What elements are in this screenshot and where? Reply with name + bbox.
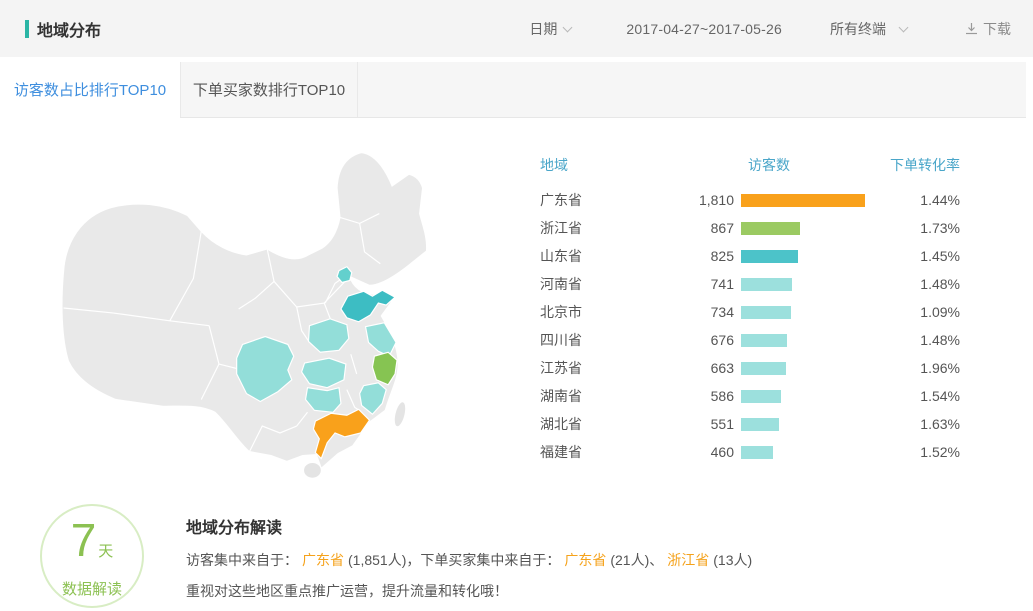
conversion-rate: 1.96% xyxy=(871,360,960,376)
visitor-count: 825 xyxy=(670,248,741,264)
regional-distribution-panel: 地域分布 日期 2017-04-27~2017-05-26 所有终端 下载 访客… xyxy=(0,0,1033,611)
conversion-rate: 1.63% xyxy=(871,416,960,432)
visitor-bar xyxy=(741,278,871,291)
visitor-count: 586 xyxy=(670,388,741,404)
region-name: 河南省 xyxy=(540,274,670,294)
tab-content: 地域 访客数 下单转化率 广东省1,810 1.44% 浙江省867 1.73% 山东省… xyxy=(0,118,1033,490)
panel-header: 地域分布 日期 2017-04-27~2017-05-26 所有终端 下载 xyxy=(0,0,1033,57)
badge-number: 7 xyxy=(71,514,97,566)
map-region-taiwan[interactable] xyxy=(392,401,408,428)
page-title: 地域分布 xyxy=(37,17,101,41)
tab-bar: 访客数占比排行TOP10 下单买家数排行TOP10 xyxy=(0,62,1026,118)
chevron-down-icon xyxy=(899,23,909,33)
table-header-row: 地域 访客数 下单转化率 xyxy=(540,150,960,180)
visitor-count: 1,810 xyxy=(670,192,741,208)
insight-text: (13人) xyxy=(713,552,752,568)
visitor-count: 741 xyxy=(670,276,741,292)
terminal-filter-dropdown[interactable]: 所有终端 xyxy=(830,19,907,39)
column-header-visitors: 访客数 xyxy=(670,155,790,175)
badge-unit: 天 xyxy=(98,543,113,560)
visitor-bar xyxy=(741,446,871,459)
visitor-bar xyxy=(741,390,871,403)
table-row[interactable]: 四川省676 1.48% xyxy=(540,326,960,354)
table-row[interactable]: 湖北省551 1.63% xyxy=(540,410,960,438)
column-header-region: 地域 xyxy=(540,155,670,175)
table-row[interactable]: 河南省741 1.48% xyxy=(540,270,960,298)
visitor-bar xyxy=(741,306,871,319)
conversion-rate: 1.48% xyxy=(871,276,960,292)
region-name: 湖南省 xyxy=(540,386,670,406)
visitor-count: 867 xyxy=(670,220,741,236)
china-map xyxy=(50,126,505,490)
tab-bar-filler xyxy=(358,62,1026,117)
table-row[interactable]: 广东省1,810 1.44% xyxy=(540,186,960,214)
tab-buyers-top10[interactable]: 下单买家数排行TOP10 xyxy=(180,62,358,117)
region-name: 北京市 xyxy=(540,302,670,322)
insight-section: 7天 数据解读 地域分布解读 访客集中来自于：广东省(1,851人)，下单买家集… xyxy=(0,504,1033,611)
date-dropdown[interactable]: 日期 xyxy=(529,19,571,39)
conversion-rate: 1.54% xyxy=(871,388,960,404)
date-dropdown-label: 日期 xyxy=(529,19,557,39)
visitor-count: 676 xyxy=(670,332,741,348)
region-name: 浙江省 xyxy=(540,218,670,238)
region-name: 江苏省 xyxy=(540,358,670,378)
conversion-rate: 1.73% xyxy=(871,220,960,236)
date-range-picker[interactable]: 2017-04-27~2017-05-26 xyxy=(626,21,782,37)
region-name: 四川省 xyxy=(540,330,670,350)
download-button[interactable]: 下载 xyxy=(965,19,1011,39)
conversion-rate: 1.52% xyxy=(871,444,960,460)
visitor-bar xyxy=(741,334,871,347)
table-row[interactable]: 北京市734 1.09% xyxy=(540,298,960,326)
visitor-count: 734 xyxy=(670,304,741,320)
chevron-down-icon xyxy=(563,23,573,33)
insight-text: (1,851人)，下单买家集中来自于： xyxy=(348,552,560,568)
region-name: 湖北省 xyxy=(540,414,670,434)
visitor-count: 663 xyxy=(670,360,741,376)
visitor-count: 551 xyxy=(670,416,741,432)
table-row[interactable]: 山东省825 1.45% xyxy=(540,242,960,270)
table-row[interactable]: 浙江省867 1.73% xyxy=(540,214,960,242)
title-accent-bar xyxy=(25,20,29,38)
visitor-bar xyxy=(741,194,871,207)
insight-text: 访客集中来自于： xyxy=(186,552,298,568)
table-row[interactable]: 湖南省586 1.54% xyxy=(540,382,960,410)
conversion-rate: 1.45% xyxy=(871,248,960,264)
insight-text: (21人)、 xyxy=(610,552,663,568)
visitor-bar xyxy=(741,222,871,235)
region-name: 广东省 xyxy=(540,190,670,210)
table-row[interactable]: 福建省460 1.52% xyxy=(540,438,960,466)
map-region-hainan[interactable] xyxy=(304,462,322,478)
region-ranking-table: 地域 访客数 下单转化率 广东省1,810 1.44% 浙江省867 1.73% 山东省… xyxy=(540,150,960,466)
terminal-filter-label: 所有终端 xyxy=(830,19,886,39)
region-name: 山东省 xyxy=(540,246,670,266)
region-name: 福建省 xyxy=(540,442,670,462)
visitor-bar xyxy=(741,362,871,375)
tab-visitors-top10[interactable]: 访客数占比排行TOP10 xyxy=(0,62,180,118)
table-body: 广东省1,810 1.44% 浙江省867 1.73% 山东省825 1.45% 河南省74… xyxy=(540,186,960,466)
insight-title: 地域分布解读 xyxy=(186,514,752,538)
column-header-conversion: 下单转化率 xyxy=(790,155,960,175)
insight-line2: 重视对这些地区重点推广运营，提升流量和转化哦！ xyxy=(186,580,752,603)
seven-day-badge: 7天 数据解读 xyxy=(40,504,144,608)
table-row[interactable]: 江苏省663 1.96% xyxy=(540,354,960,382)
conversion-rate: 1.09% xyxy=(871,304,960,320)
visitor-count: 460 xyxy=(670,444,741,460)
download-label: 下载 xyxy=(983,19,1011,39)
insight-region-link[interactable]: 浙江省 xyxy=(667,552,709,568)
conversion-rate: 1.48% xyxy=(871,332,960,348)
visitor-bar xyxy=(741,418,871,431)
insight-line1: 访客集中来自于：广东省(1,851人)，下单买家集中来自于：广东省(21人)、浙… xyxy=(186,549,752,572)
conversion-rate: 1.44% xyxy=(871,192,960,208)
insight-region-link[interactable]: 广东省 xyxy=(564,552,606,568)
download-icon xyxy=(965,22,978,35)
visitor-bar xyxy=(741,250,871,263)
insight-region-link[interactable]: 广东省 xyxy=(302,552,344,568)
